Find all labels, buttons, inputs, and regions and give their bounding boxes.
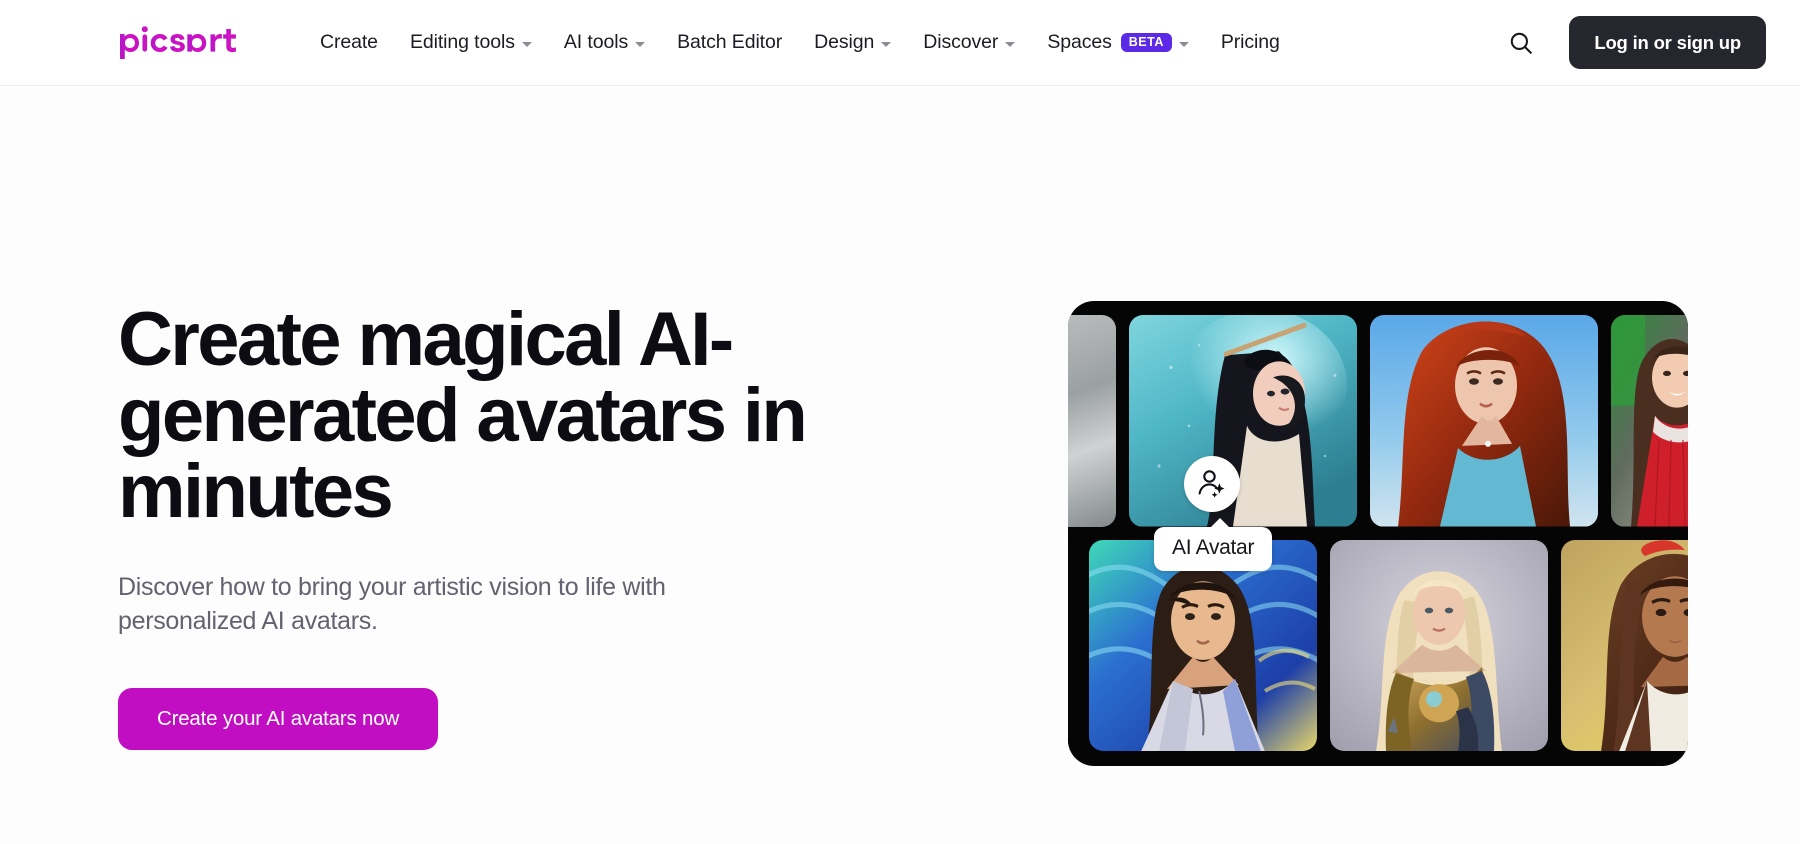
nav-label: Spaces bbox=[1047, 30, 1112, 53]
avatar-tile-spacer bbox=[1068, 539, 1076, 751]
hero-section: Create magical AI-generated avatars in m… bbox=[0, 86, 1800, 844]
chevron-down-icon bbox=[635, 41, 646, 47]
site-header: Create Editing tools AI tools Batch Edit… bbox=[0, 0, 1800, 86]
nav-item-batch-editor[interactable]: Batch Editor bbox=[661, 0, 798, 86]
avatar-tile-5[interactable] bbox=[1330, 539, 1548, 751]
beta-badge: BETA bbox=[1120, 32, 1172, 53]
header-actions: Log in or sign up bbox=[1501, 16, 1766, 69]
ai-avatar-badge-button[interactable] bbox=[1184, 456, 1240, 512]
chevron-down-icon bbox=[1005, 41, 1016, 47]
nav-label: Discover bbox=[923, 30, 999, 53]
avatar-tile-6[interactable] bbox=[1561, 539, 1688, 751]
avatar-tile-1[interactable] bbox=[1129, 315, 1357, 527]
chevron-down-icon bbox=[521, 41, 532, 47]
create-avatars-button[interactable]: Create your AI avatars now bbox=[118, 688, 439, 750]
nav-item-ai-tools[interactable]: AI tools bbox=[548, 0, 661, 86]
person-sparkle-icon bbox=[1198, 470, 1225, 498]
nav-item-design[interactable]: Design bbox=[798, 0, 907, 86]
hero-image-showcase: AI Avatar bbox=[1068, 301, 1688, 766]
main-navigation: Create Editing tools AI tools Batch Edit… bbox=[320, 0, 1296, 86]
nav-item-discover[interactable]: Discover bbox=[907, 0, 1031, 86]
avatar-image-0 bbox=[1068, 315, 1116, 527]
picsart-logo[interactable] bbox=[118, 0, 246, 86]
avatar-tile-4[interactable] bbox=[1089, 539, 1317, 751]
nav-item-pricing[interactable]: Pricing bbox=[1205, 0, 1296, 86]
avatar-tile-2[interactable] bbox=[1370, 315, 1598, 527]
avatar-image-5 bbox=[1330, 539, 1548, 751]
nav-label: Design bbox=[814, 30, 875, 53]
ai-avatar-tooltip[interactable]: AI Avatar bbox=[1154, 518, 1273, 571]
nav-label: Batch Editor bbox=[677, 30, 783, 53]
avatar-tile-3[interactable] bbox=[1611, 315, 1688, 527]
hero-copy: Create magical AI-generated avatars in m… bbox=[118, 302, 878, 750]
nav-label: Pricing bbox=[1220, 30, 1280, 53]
nav-label: Editing tools bbox=[409, 30, 515, 53]
search-button[interactable] bbox=[1501, 23, 1541, 63]
avatar-image-1 bbox=[1129, 315, 1357, 527]
picsart-wordmark-icon bbox=[120, 25, 236, 59]
avatar-image-2 bbox=[1370, 315, 1598, 527]
nav-item-editing-tools[interactable]: Editing tools bbox=[394, 0, 548, 86]
avatar-grid-row-1 bbox=[1068, 315, 1688, 527]
avatar-image-3 bbox=[1611, 315, 1688, 527]
nav-item-create[interactable]: Create bbox=[320, 0, 394, 86]
avatar-tile-0[interactable] bbox=[1068, 315, 1116, 527]
hero-subtitle: Discover how to bring your artistic visi… bbox=[118, 573, 666, 635]
nav-label: Create bbox=[320, 30, 378, 53]
page-title: Create magical AI-generated avatars in m… bbox=[118, 297, 808, 534]
nav-label: AI tools bbox=[563, 30, 629, 53]
login-signup-button[interactable]: Log in or sign up bbox=[1569, 16, 1766, 69]
chevron-down-icon bbox=[881, 41, 892, 47]
avatar-image-6 bbox=[1561, 539, 1688, 751]
avatar-image-4 bbox=[1089, 539, 1317, 751]
chevron-down-icon bbox=[1178, 41, 1189, 47]
avatar-grid-row-2 bbox=[1068, 539, 1688, 751]
search-icon bbox=[1511, 32, 1533, 54]
nav-item-spaces[interactable]: Spaces BETA bbox=[1031, 0, 1205, 86]
